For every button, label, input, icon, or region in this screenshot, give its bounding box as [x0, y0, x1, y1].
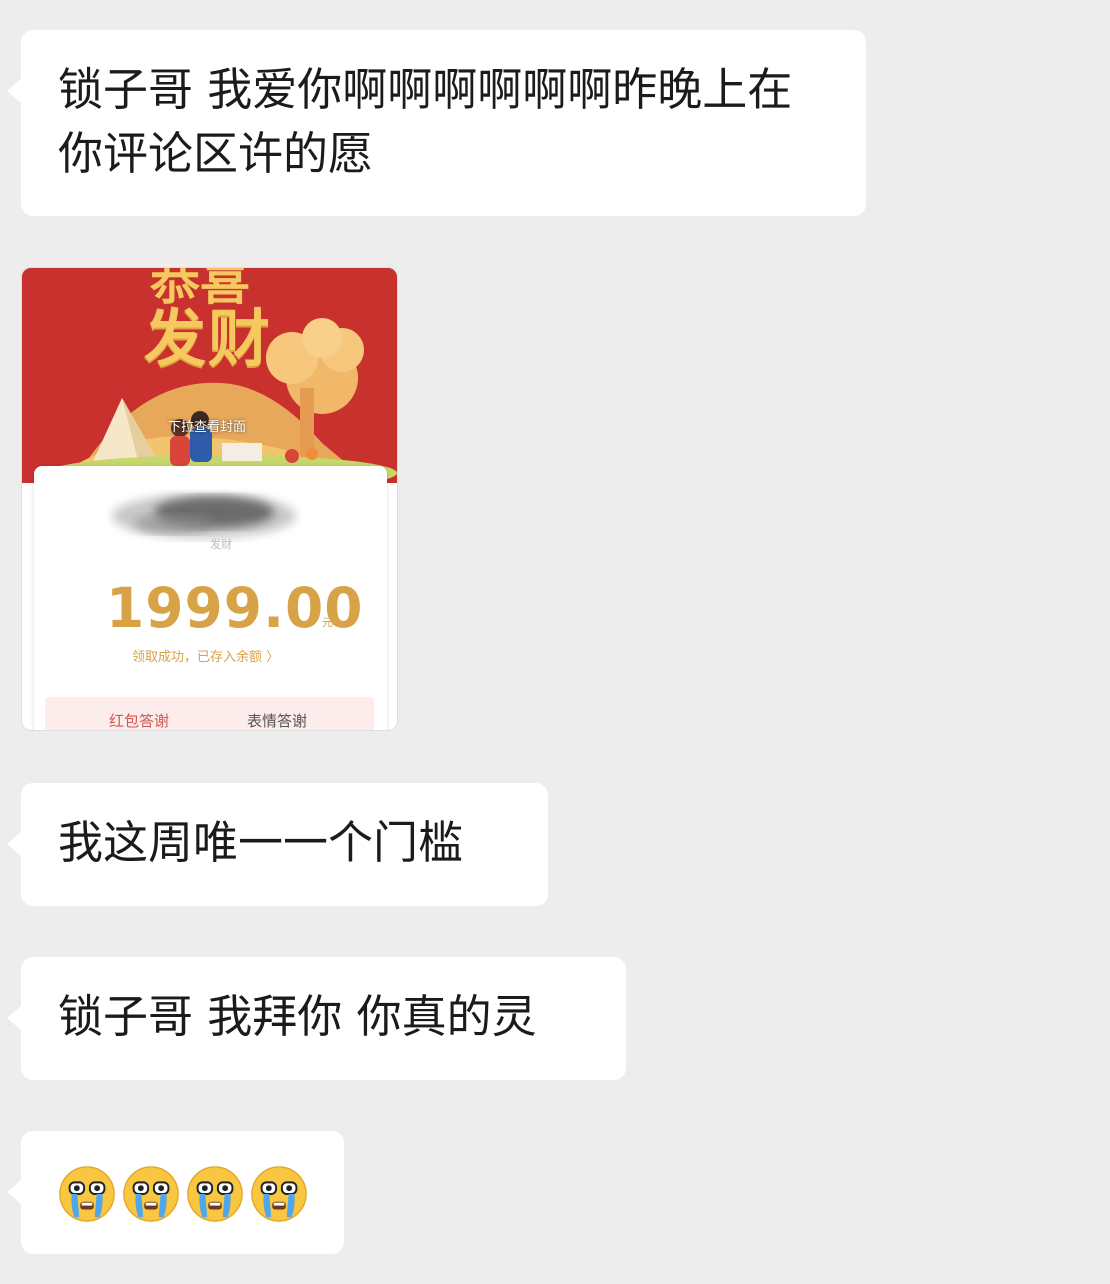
message-text: 锁子哥 我爱你啊啊啊啊啊啊昨晚上在你评论区许的愿 [58, 63, 793, 180]
sticker-thanks-button[interactable]: 表情答谢 [247, 710, 307, 730]
cover-title: 发财 [144, 302, 273, 375]
red-packet-message[interactable]: 恭喜 发财 下拉查看封面 发财 1999.00 元 领取成功，已存入余额 〉 红… [21, 267, 398, 731]
redacted-sender-scribble [112, 494, 296, 538]
message-bubble[interactable]: 锁子哥 我爱你啊啊啊啊啊啊昨晚上在你评论区许的愿 [7, 30, 866, 216]
red-packet-thanks-button[interactable]: 红包答谢 [109, 710, 169, 730]
message-text: 锁子哥 我拜你 你真的灵 [58, 990, 537, 1043]
crying-face-icon [123, 1166, 179, 1222]
red-packet-detail-card: 发财 1999.00 元 领取成功，已存入余额 〉 红包答谢 表情答谢 [34, 466, 387, 730]
crying-face-icon [187, 1166, 243, 1222]
emoji-row [58, 1165, 308, 1223]
message-bubble[interactable]: 锁子哥 我拜你 你真的灵 [7, 957, 626, 1080]
sender-name: 发财 [210, 538, 232, 551]
crying-face-icon [59, 1166, 115, 1222]
message-text: 我这周唯一一个门槛 [58, 816, 464, 869]
claimed-status-link[interactable]: 领取成功，已存入余额 〉 [132, 646, 279, 665]
red-packet-amount: 1999.00 [106, 576, 364, 640]
crying-face-icon [251, 1166, 307, 1222]
message-bubble[interactable] [7, 1131, 344, 1254]
thanks-action-bar: 红包答谢 表情答谢 [45, 697, 374, 730]
message-bubble[interactable]: 我这周唯一一个门槛 [7, 783, 548, 906]
pull-cover-hint[interactable]: 下拉查看封面 [168, 416, 246, 435]
red-packet-cover[interactable]: 恭喜 发财 下拉查看封面 [22, 268, 397, 483]
amount-unit: 元 [322, 616, 333, 629]
